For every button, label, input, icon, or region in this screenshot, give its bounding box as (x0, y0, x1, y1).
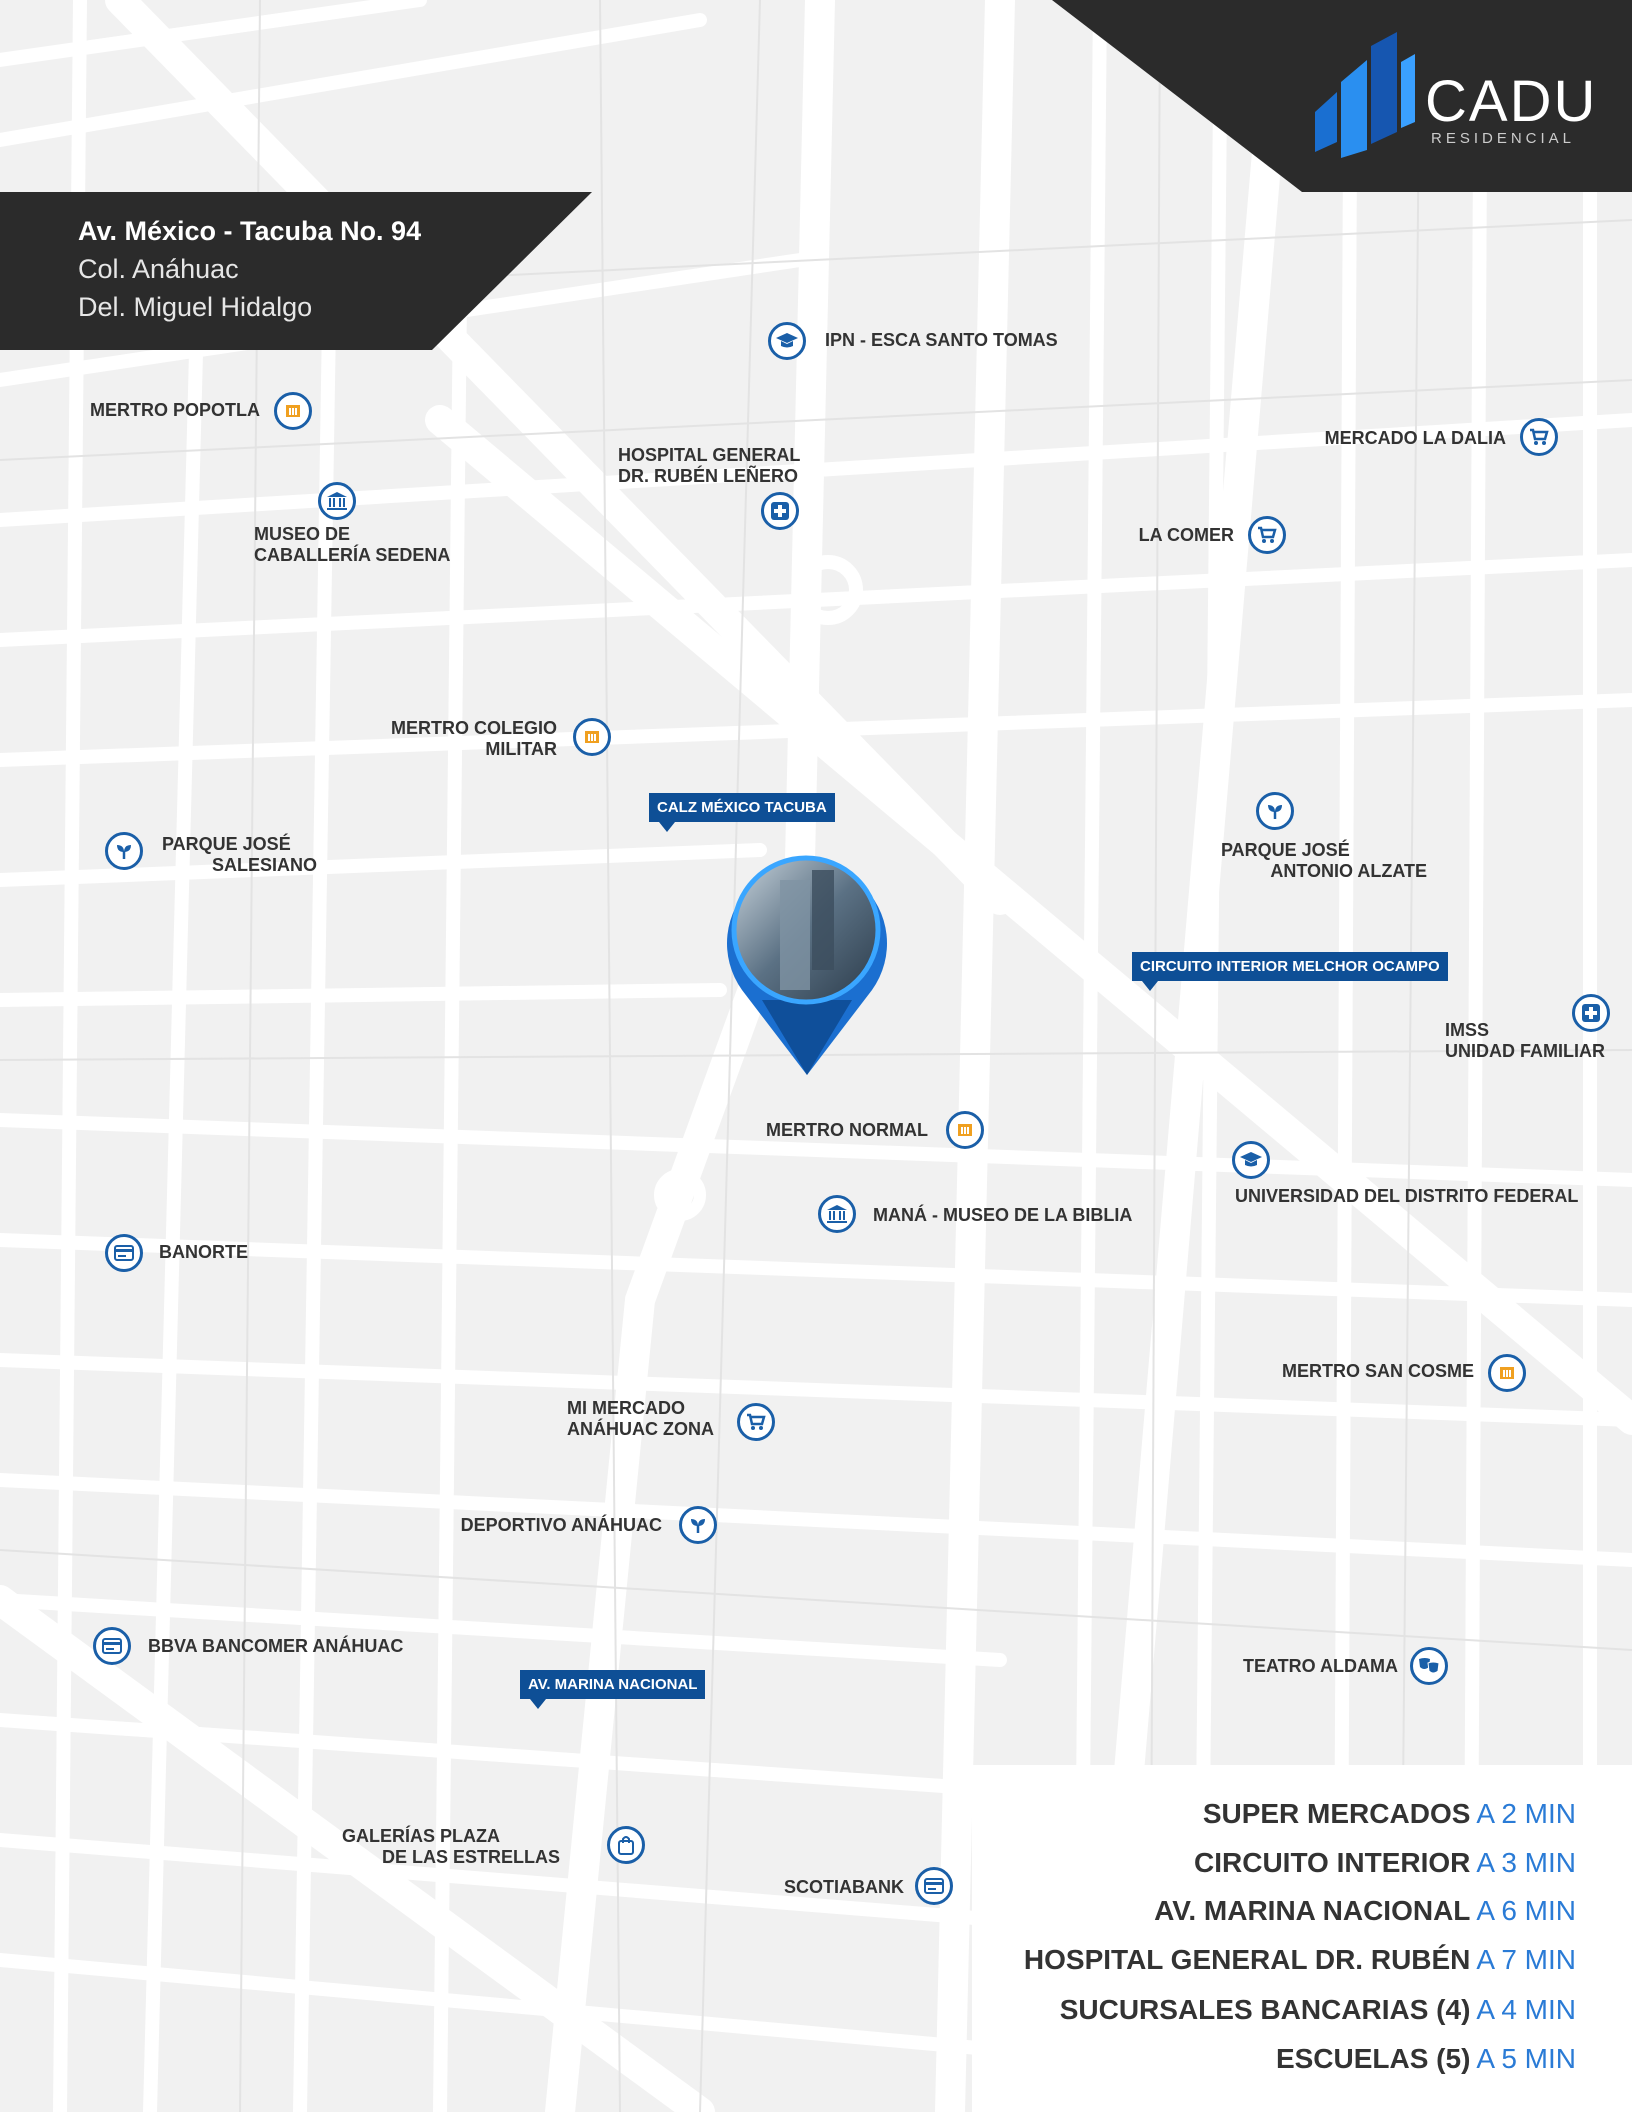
metro-icon[interactable] (946, 1111, 984, 1149)
poi-hospital-general: HOSPITAL GENERAL DR. RUBÉN LEÑERO (618, 445, 801, 486)
legend-row: AV. MARINA NACIONAL A 6 MIN (1154, 1895, 1576, 1927)
legend-time: A 4 MIN (1476, 1994, 1576, 2025)
poi-mana-museo: MANÁ - MUSEO DE LA BIBLIA (873, 1205, 1133, 1225)
poi-galerias-plaza: GALERÍAS PLAZA DE LAS ESTRELLAS (342, 1826, 561, 1867)
cart-icon[interactable] (737, 1403, 775, 1441)
legend-name: SUCURSALES BANCARIAS (4) (1059, 1994, 1471, 2025)
poi-bbva-bancomer: BBVA BANCOMER ANÁHUAC (148, 1636, 404, 1656)
legend-row: CIRCUITO INTERIOR A 3 MIN (1194, 1847, 1576, 1879)
metro-icon[interactable] (274, 392, 312, 430)
poi-banorte: BANORTE (159, 1242, 248, 1262)
poi-mi-mercado-anahuac: MI MERCADO ANÁHUAC ZONA (567, 1398, 714, 1439)
poi-parque-jose-salesiano: PARQUE JOSÉ SALESIANO (162, 834, 318, 875)
park-icon[interactable] (105, 832, 143, 870)
legend-name: SUPER MERCADOS (1202, 1798, 1471, 1829)
bank-card-icon[interactable] (105, 1234, 143, 1272)
poi-metro-popotla: MERTRO POPOTLA (90, 400, 260, 420)
location-pin[interactable] (722, 850, 892, 1080)
metro-icon[interactable] (573, 718, 611, 756)
legend-time: A 7 MIN (1476, 1944, 1576, 1975)
brand-logo-mark-icon (1315, 32, 1415, 158)
poi-ipn-esca: IPN - ESCA SANTO TOMAS (825, 330, 1058, 350)
park-icon[interactable] (679, 1506, 717, 1544)
legend-name: CIRCUITO INTERIOR (1194, 1847, 1471, 1878)
poi-universidad-df: UNIVERSIDAD DEL DISTRITO FEDERAL (1235, 1186, 1579, 1206)
shopping-bag-icon[interactable] (607, 1826, 645, 1864)
address-delegation: Del. Miguel Hidalgo (78, 292, 313, 322)
poi-scotiabank: SCOTIABANK (784, 1877, 904, 1897)
theater-icon[interactable] (1410, 1647, 1448, 1685)
address-block: Av. México - Tacuba No. 94 Col. Anáhuac … (78, 212, 421, 326)
street-tag-circuito-interior: CIRCUITO INTERIOR MELCHOR OCAMPO (1132, 952, 1448, 991)
poi-metro-colegio-militar: MERTRO COLEGIO MILITAR (391, 718, 557, 759)
poi-mercado-la-dalia: MERCADO LA DALIA (1324, 428, 1506, 448)
poi-imss: IMSS UNIDAD FAMILIAR (1445, 1020, 1605, 1061)
cart-icon[interactable] (1520, 418, 1558, 456)
legend-row: SUCURSALES BANCARIAS (4) A 4 MIN (1060, 1994, 1576, 2026)
legend-row: SUPER MERCADOS A 2 MIN (1203, 1798, 1576, 1830)
poi-teatro-aldama: TEATRO ALDAMA (1243, 1656, 1398, 1676)
cart-icon[interactable] (1248, 516, 1286, 554)
brand-logo[interactable]: CADU RESIDENCIAL (1315, 32, 1615, 162)
street-tag-av-marina-nacional: AV. MARINA NACIONAL (520, 1670, 706, 1709)
street-tag-calz-mexico-tacuba: CALZ MÉXICO TACUBA (649, 793, 835, 832)
legend-name: HOSPITAL GENERAL DR. RUBÉN (1023, 1944, 1471, 1975)
legend-row: ESCUELAS (5) A 5 MIN (1276, 2043, 1576, 2075)
graduation-cap-icon[interactable] (1232, 1141, 1270, 1179)
hospital-icon[interactable] (761, 492, 799, 530)
bank-card-icon[interactable] (915, 1867, 953, 1905)
legend-name: AV. MARINA NACIONAL (1154, 1895, 1471, 1926)
park-icon[interactable] (1256, 792, 1294, 830)
brand-subtitle: RESIDENCIAL (1431, 130, 1576, 147)
legend-time: A 2 MIN (1476, 1798, 1576, 1829)
poi-deportivo-anahuac: DEPORTIVO ANÁHUAC (460, 1515, 662, 1535)
legend-time: A 3 MIN (1476, 1847, 1576, 1878)
address-street: Av. México - Tacuba No. 94 (78, 216, 422, 246)
poi-metro-normal: MERTRO NORMAL (766, 1120, 928, 1140)
brand-name: CADU (1425, 69, 1598, 134)
metro-icon[interactable] (1488, 1354, 1526, 1392)
legend-time: A 6 MIN (1476, 1895, 1576, 1926)
legend-name: ESCUELAS (5) (1275, 2043, 1471, 2074)
legend-row: HOSPITAL GENERAL DR. RUBÉN A 7 MIN (1024, 1944, 1576, 1976)
bank-card-icon[interactable] (93, 1627, 131, 1665)
address-colony: Col. Anáhuac (78, 254, 239, 284)
poi-parque-antonio-alzate: PARQUE JOSÉ ANTONIO ALZATE (1221, 840, 1427, 881)
poi-metro-san-cosme: MERTRO SAN COSME (1281, 1361, 1474, 1381)
graduation-cap-icon[interactable] (768, 322, 806, 360)
legend-time: A 5 MIN (1476, 2043, 1576, 2074)
museum-icon[interactable] (318, 482, 356, 520)
travel-times-panel: SUPER MERCADOS A 2 MIN CIRCUITO INTERIOR A… (972, 1765, 1632, 2112)
museum-icon[interactable] (818, 1195, 856, 1233)
poi-museo-caballeria: MUSEO DE CABALLERÍA SEDENA (254, 524, 451, 565)
poi-la-comer: LA COMER (1138, 525, 1234, 545)
